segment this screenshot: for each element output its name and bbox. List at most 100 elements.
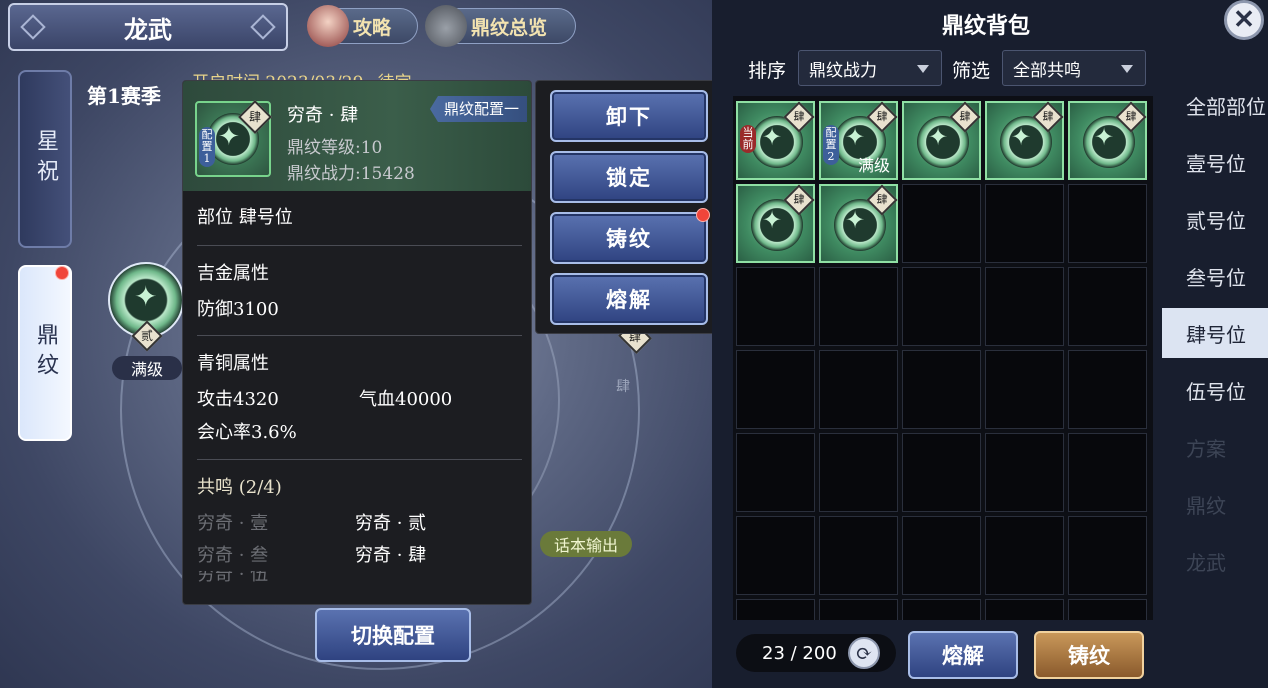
bag-slot xyxy=(736,599,815,620)
popup-header: ✦ 肆 配置1 穷奇 · 肆 鼎纹配置一 鼎纹等级:10 鼎纹战力:15428 xyxy=(183,81,531,191)
bag-slot xyxy=(902,599,981,620)
smelt-button[interactable]: 熔解 xyxy=(550,273,708,325)
bag-slot xyxy=(736,516,815,595)
overview-label: 鼎纹总览 xyxy=(471,16,548,39)
bag-slot xyxy=(819,433,898,512)
divider xyxy=(197,335,522,336)
sort-value: 鼎纹战力 xyxy=(809,60,877,81)
position-tab[interactable]: 肆号位 xyxy=(1162,308,1268,358)
item-name: 穷奇 · 肆 xyxy=(287,105,359,126)
guide-label: 攻略 xyxy=(353,16,392,39)
divider xyxy=(197,245,522,246)
tiger-emblem-icon: ✦ xyxy=(1011,123,1032,151)
page-title: 龙武 xyxy=(8,3,288,51)
bag-slot xyxy=(902,433,981,512)
bag-slot xyxy=(1068,433,1147,512)
filter-dropdown[interactable]: 全部共鸣 xyxy=(1002,50,1146,86)
bag-title: 鼎纹背包 xyxy=(941,13,1030,39)
bag-slot xyxy=(902,267,981,346)
resonance-item: 穷奇 · 叁 xyxy=(197,545,269,566)
slot-level-badge: 满级 xyxy=(112,356,182,380)
story-output-badge[interactable]: 话本输出 xyxy=(540,531,632,557)
ornament-icon xyxy=(250,14,276,40)
item-tag: 配置2 xyxy=(823,125,839,165)
bronze-attr-attack: 攻击4320 xyxy=(197,389,279,410)
tab-star-blessing[interactable]: 星祝 xyxy=(18,70,72,248)
guide-button[interactable]: 攻略 xyxy=(307,5,418,47)
character-portrait-icon xyxy=(307,5,349,47)
sort-label: 排序 xyxy=(748,60,787,82)
bag-item[interactable]: ✦ 肆 xyxy=(819,184,898,263)
notification-dot xyxy=(696,208,710,222)
bag-item[interactable]: ✦ 肆 xyxy=(736,184,815,263)
position-tab[interactable]: 叁号位 xyxy=(1162,251,1268,301)
position-tab[interactable]: 方案 xyxy=(1162,422,1268,472)
item-icon: ✦ 肆 配置1 xyxy=(195,100,272,177)
tiger-emblem-icon: ✦ xyxy=(762,206,783,234)
bag-smelt-button[interactable]: 熔解 xyxy=(908,631,1018,679)
bag-slot xyxy=(819,350,898,429)
ring-slot-label: 肆 xyxy=(616,379,630,395)
tiger-emblem-icon: ✦ xyxy=(928,123,949,151)
bag-slot xyxy=(985,516,1064,595)
bag-slot xyxy=(1068,267,1147,346)
position-tab[interactable]: 伍号位 xyxy=(1162,365,1268,415)
item-level: 鼎纹等级:10 xyxy=(287,138,383,158)
config-label: 鼎纹配置一 xyxy=(429,96,527,122)
bag-slot xyxy=(1068,350,1147,429)
chevron-down-icon xyxy=(917,65,929,73)
close-button[interactable]: ✕ xyxy=(1224,0,1264,40)
bag-item[interactable]: ✦ 肆 xyxy=(1068,101,1147,180)
bag-slot xyxy=(736,433,815,512)
bag-item[interactable]: ✦ 肆 xyxy=(902,101,981,180)
bag-slot xyxy=(902,516,981,595)
tab-label: 鼎纹 xyxy=(33,323,58,383)
resonance-item: 穷奇 · 壹 xyxy=(197,513,269,534)
tab-label: 星祝 xyxy=(33,129,58,189)
notification-dot xyxy=(55,266,69,280)
bag-grid: ✦ 肆当前 ✦ 肆配置2 满级 ✦ 肆 ✦ 肆 ✦ 肆 ✦ 肆 ✦ 肆 xyxy=(733,96,1153,620)
tiger-emblem-icon: ✦ xyxy=(1094,123,1115,151)
tiger-emblem-icon: ✦ xyxy=(762,123,783,151)
tiger-emblem-icon: ✦ xyxy=(134,280,158,313)
action-menu: 卸下 锁定 铸纹 熔解 xyxy=(535,80,721,334)
season-label: 第1赛季 xyxy=(87,84,161,108)
bag-slot xyxy=(819,267,898,346)
sort-dropdown[interactable]: 鼎纹战力 xyxy=(798,50,942,86)
bag-item[interactable]: ✦ 肆配置2 满级 xyxy=(819,101,898,180)
position-tab[interactable]: 鼎纹 xyxy=(1162,479,1268,529)
position-tab[interactable]: 全部部位 xyxy=(1162,80,1268,130)
position-tab[interactable]: 龙武 xyxy=(1162,536,1268,586)
close-icon: ✕ xyxy=(1233,5,1255,35)
switch-config-button[interactable]: 切换配置 xyxy=(315,608,471,662)
bag-cast-button[interactable]: 铸纹 xyxy=(1034,631,1144,679)
refresh-icon: ⟳ xyxy=(855,641,873,665)
overview-button[interactable]: 鼎纹总览 xyxy=(425,5,576,47)
bag-slot xyxy=(736,350,815,429)
bag-slot xyxy=(985,433,1064,512)
bronze-attr-hp: 气血40000 xyxy=(359,389,453,410)
bag-slot xyxy=(736,267,815,346)
bronze-attr-crit: 会心率3.6% xyxy=(197,422,297,443)
cast-button[interactable]: 铸纹 xyxy=(550,212,708,264)
config-tag: 配置1 xyxy=(199,127,215,167)
filter-value: 全部共鸣 xyxy=(1013,60,1081,81)
tab-ding-pattern[interactable]: 鼎纹 xyxy=(18,265,72,441)
refresh-button[interactable]: ⟳ xyxy=(848,637,880,669)
position-tab[interactable]: 贰号位 xyxy=(1162,194,1268,244)
item-detail-popup: ✦ 肆 配置1 穷奇 · 肆 鼎纹配置一 鼎纹等级:10 鼎纹战力:15428 … xyxy=(182,80,532,605)
tiger-emblem-icon: ✦ xyxy=(845,206,866,234)
resonance-item: 穷奇 · 伍 xyxy=(197,571,269,583)
tiger-emblem-icon: ✦ xyxy=(218,122,240,152)
bag-slot xyxy=(1068,599,1147,620)
resonance-title: 共鸣 (2/4) xyxy=(197,477,282,498)
position-tab[interactable]: 壹号位 xyxy=(1162,137,1268,187)
cauldron-icon xyxy=(425,5,467,47)
bag-item[interactable]: ✦ 肆 xyxy=(985,101,1064,180)
unequip-button[interactable]: 卸下 xyxy=(550,90,708,142)
bronze-attr-title: 青铜属性 xyxy=(197,353,269,374)
item-level-badge: 满级 xyxy=(857,156,890,175)
page-title-text: 龙武 xyxy=(124,14,172,44)
lock-button[interactable]: 锁定 xyxy=(550,151,708,203)
bag-item[interactable]: ✦ 肆当前 xyxy=(736,101,815,180)
